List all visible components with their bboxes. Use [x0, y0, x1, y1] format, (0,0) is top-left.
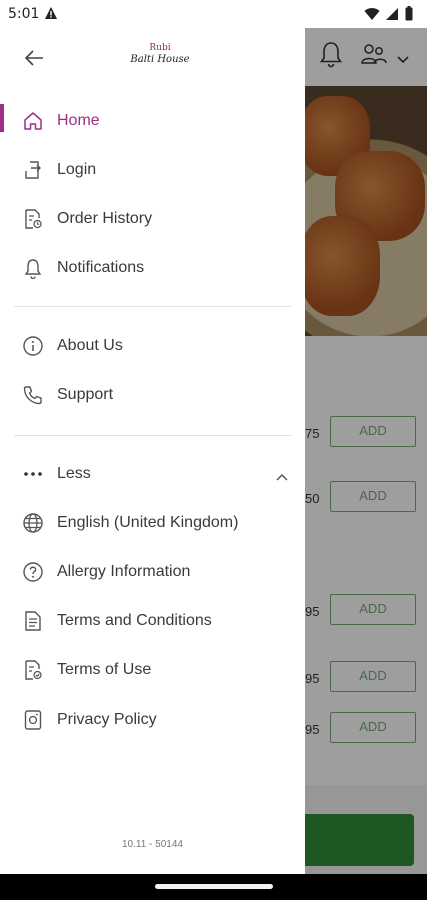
menu-item-label: Allergy Information [57, 563, 191, 580]
battery-icon [405, 6, 413, 26]
menu-item-notifications[interactable]: Notifications [0, 248, 305, 288]
divider [14, 306, 291, 307]
menu-item-label: About Us [57, 337, 123, 354]
signal-icon [386, 7, 399, 26]
phone-icon [22, 384, 44, 406]
navigation-drawer: Rubi Balti House Home Login Order Histor… [0, 28, 305, 874]
menu-item-terms-and-conditions[interactable]: Terms and Conditions [0, 601, 305, 641]
menu-item-allergy-information[interactable]: Allergy Information [0, 552, 305, 592]
home-gesture-handle[interactable] [155, 884, 273, 889]
status-time: 5:01 [8, 6, 40, 22]
document-icon [22, 610, 44, 632]
restaurant-logo: Rubi Balti House [120, 43, 200, 66]
app-version: 10.11 - 50144 [122, 839, 183, 850]
menu-item-terms-of-use[interactable]: Terms of Use [0, 650, 305, 690]
status-bar: 5:01 [0, 0, 427, 28]
menu-item-label: Support [57, 386, 114, 403]
logo-text-top: Rubi [149, 43, 171, 53]
home-icon [22, 110, 44, 132]
menu-item-label: Less [57, 465, 91, 482]
globe-icon [22, 512, 44, 534]
status-icons [364, 6, 413, 26]
question-icon [22, 561, 44, 583]
menu-item-about-us[interactable]: About Us [0, 326, 305, 366]
alert-icon [44, 6, 58, 25]
menu-item-support[interactable]: Support [0, 375, 305, 415]
menu-item-order-history[interactable]: Order History [0, 199, 305, 239]
menu-item-label: Privacy Policy [57, 711, 157, 728]
bell-icon [22, 257, 44, 280]
phone-screen: 5:01 75 ADD 50 ADD 95 ADD 95 ADD 95 ADD … [0, 0, 427, 900]
login-icon [22, 159, 44, 181]
logo-text-bottom: Balti House [130, 54, 190, 65]
document-check-icon [22, 659, 44, 681]
menu-item-login[interactable]: Login [0, 150, 305, 190]
menu-item-label: Terms of Use [57, 661, 152, 678]
system-navigation-bar [0, 874, 427, 900]
menu-item-label: Login [57, 161, 97, 178]
menu-item-privacy-policy[interactable]: Privacy Policy [0, 700, 305, 740]
menu-item-label: Notifications [57, 259, 145, 276]
menu-item-label: English (United Kingdom) [57, 514, 239, 531]
chevron-up-icon [276, 468, 288, 486]
more-dots-icon [22, 463, 44, 485]
menu-item-language[interactable]: English (United Kingdom) [0, 503, 305, 543]
order-history-icon [22, 208, 44, 230]
active-indicator [0, 104, 4, 132]
privacy-icon [22, 709, 44, 731]
menu-item-label: Terms and Conditions [57, 612, 212, 629]
menu-item-label: Order History [57, 210, 153, 227]
menu-item-home[interactable]: Home [0, 101, 305, 141]
divider [14, 435, 291, 436]
menu-item-less-toggle[interactable]: Less [0, 454, 305, 494]
back-arrow-icon[interactable] [22, 46, 46, 70]
info-icon [22, 335, 44, 357]
menu-item-label: Home [57, 112, 100, 129]
wifi-icon [364, 7, 380, 26]
